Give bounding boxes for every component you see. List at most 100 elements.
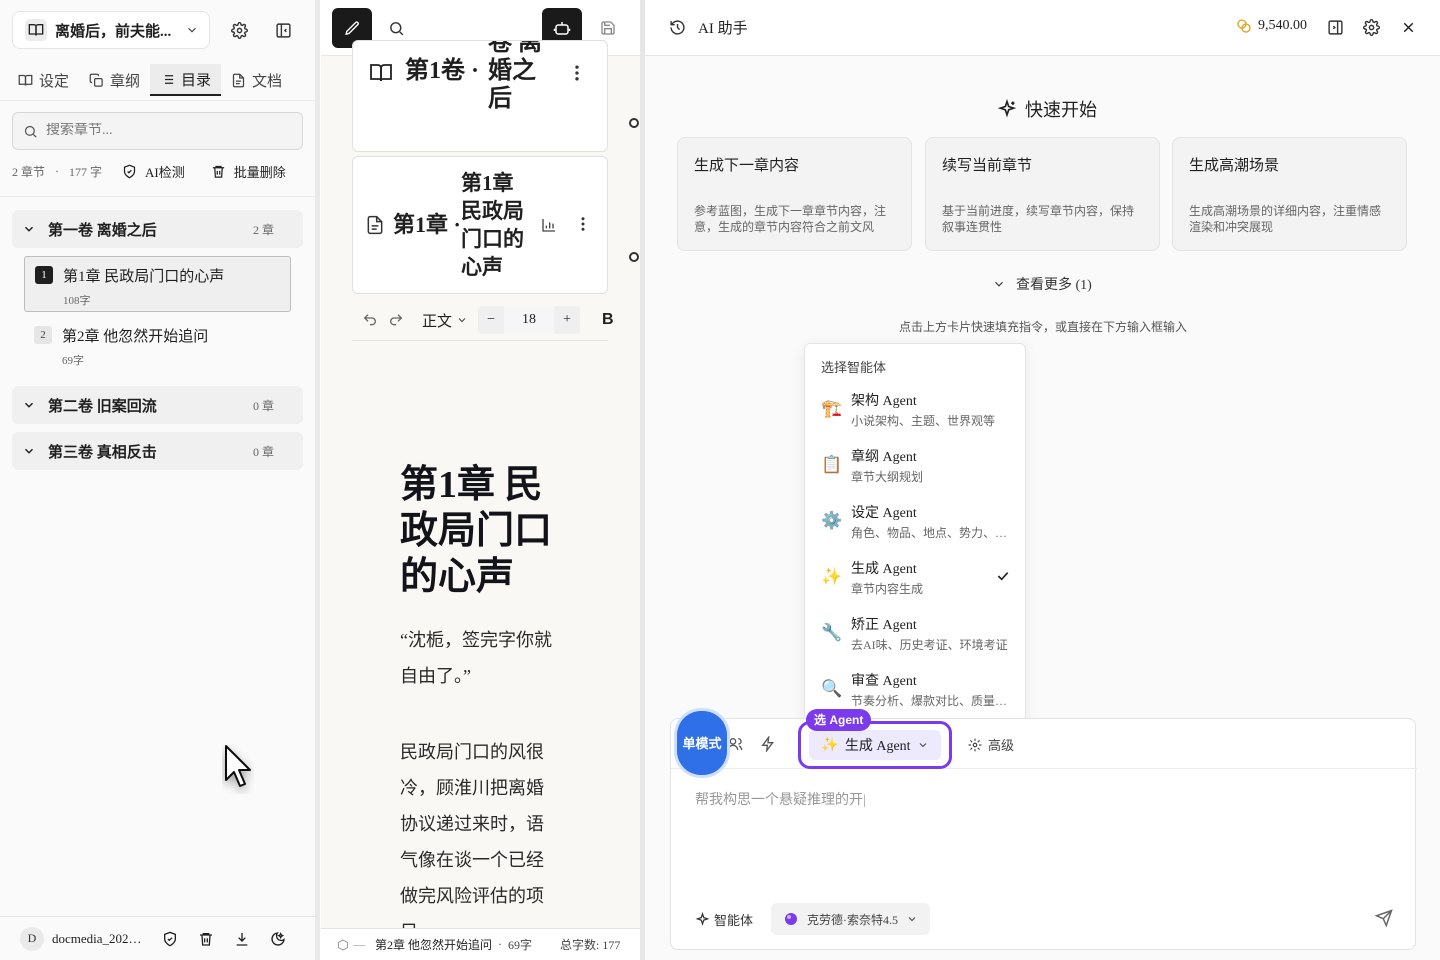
hexagon-icon bbox=[337, 938, 349, 951]
panel-layout-icon[interactable] bbox=[1327, 19, 1344, 36]
paragraph-style-label: 正文 bbox=[422, 313, 453, 330]
model-selector[interactable]: 克劳德·索奈特4.5 bbox=[771, 903, 931, 935]
more-vertical-icon[interactable] bbox=[567, 63, 587, 83]
resize-handle[interactable] bbox=[629, 252, 639, 262]
document-paragraph[interactable]: 民政局门口的风很冷，顾淮川把离婚协议递过来时，语气像在谈一个已经做完风险评估的项… bbox=[400, 734, 560, 950]
divider bbox=[0, 196, 316, 197]
avatar[interactable]: D bbox=[20, 926, 44, 951]
status-total: 总字数: 177 bbox=[560, 938, 621, 952]
chevron-down-icon bbox=[22, 222, 36, 236]
chat-input[interactable]: 帮我构思一个悬疑推理的开| bbox=[695, 789, 866, 809]
agent-option-outline[interactable]: 📋 章纲 Agent 章节大纲规划 bbox=[805, 437, 1025, 493]
users-icon[interactable] bbox=[727, 736, 743, 752]
undo-icon[interactable] bbox=[362, 312, 378, 328]
hint-text: 点击上方卡片快速填充指令，或直接在下方输入框输入 bbox=[899, 320, 1188, 334]
book-selector[interactable]: 离婚后，前夫能... bbox=[12, 11, 210, 49]
agent-name: 矫正 Agent bbox=[851, 617, 917, 633]
decrease-font-button[interactable]: − bbox=[478, 312, 504, 328]
download-icon[interactable] bbox=[234, 931, 250, 947]
ai-assistant-panel: AI 助手 9,540.00 快速开始 生成下一章内容 参考蓝图，生成下一章章节… bbox=[645, 0, 1440, 960]
close-icon[interactable] bbox=[1400, 19, 1417, 36]
chapter-card-prefix: 第1章 · bbox=[393, 212, 461, 237]
chat-input-box: ✨ 生成 Agent 选 Agent 高级 单模式 帮我构思一个悬疑推理的开| … bbox=[670, 709, 1417, 950]
quick-card[interactable]: 生成下一章内容 参考蓝图，生成下一章章节内容，注意，生成的章节内容符合之前文风 bbox=[677, 137, 912, 251]
check-icon bbox=[995, 568, 1011, 584]
search-icon bbox=[388, 20, 405, 37]
quick-card[interactable]: 生成高潮场景 生成高潮场景的详细内容，注重情感渲染和冲突展现 bbox=[1172, 137, 1407, 251]
ai-check-button[interactable]: AI检测 bbox=[122, 162, 185, 181]
tab-label: 目录 bbox=[181, 72, 212, 89]
volume-item[interactable]: 第二卷 旧案回流 0 章 bbox=[12, 386, 303, 424]
document-paragraph[interactable]: “沈栀，签完字你就自由了。” bbox=[400, 622, 560, 694]
collapse-sidebar-button[interactable] bbox=[269, 16, 297, 44]
tab-outline[interactable]: 章纲 bbox=[79, 64, 150, 96]
volume-item[interactable]: 第三卷 真相反击 0 章 bbox=[12, 432, 303, 470]
lightning-icon[interactable] bbox=[760, 736, 776, 752]
gear-icon[interactable] bbox=[1363, 19, 1380, 36]
credits-display[interactable]: 9,540.00 bbox=[1236, 18, 1307, 34]
agent-option-correct[interactable]: 🔧 矫正 Agent 去AI味、历史考证、环境考证 bbox=[805, 605, 1025, 661]
font-size-value[interactable]: 18 bbox=[504, 306, 555, 334]
resize-handle[interactable] bbox=[629, 118, 639, 128]
tab-docs[interactable]: 文档 bbox=[221, 64, 292, 96]
ai-panel-header: AI 助手 9,540.00 bbox=[645, 0, 1440, 56]
book-open-icon bbox=[369, 61, 393, 85]
mouse-cursor-icon bbox=[222, 744, 254, 798]
volume-item[interactable]: 第一卷 离婚之后 2 章 bbox=[12, 210, 303, 248]
batch-delete-button[interactable]: 批量删除 bbox=[211, 162, 286, 181]
agents-label: 智能体 bbox=[714, 912, 754, 928]
font-size-stepper: − 18 + bbox=[478, 306, 581, 334]
bar-chart-icon[interactable] bbox=[541, 217, 557, 233]
tab-toc[interactable]: 目录 bbox=[150, 64, 222, 96]
volume-name: 第三卷 真相反击 bbox=[48, 444, 157, 461]
theme-toggle-icon[interactable] bbox=[270, 931, 286, 947]
wrench-icon: 🔧 bbox=[821, 623, 843, 642]
agents-button[interactable]: 智能体 bbox=[691, 910, 757, 929]
agent-option-generate[interactable]: ✨ 生成 Agent 章节内容生成 bbox=[805, 549, 1025, 605]
agent-option-setting[interactable]: ⚙️ 设定 Agent 角色、物品、地点、势力、事件等 bbox=[805, 493, 1025, 549]
trash-icon[interactable] bbox=[198, 931, 214, 947]
status-sep: · bbox=[498, 937, 503, 951]
stats-row: 2 章节 · 177 字 AI检测 批量删除 bbox=[12, 160, 286, 182]
sidebar-divider[interactable] bbox=[315, 0, 320, 960]
chapter-card[interactable]: 第1章 · 第1章 民政局门口的心声 bbox=[352, 156, 608, 294]
see-more-button[interactable]: 查看更多 (1) bbox=[992, 274, 1092, 294]
volume-name: 第一卷 离婚之后 bbox=[48, 222, 157, 239]
chevron-down-icon bbox=[906, 913, 918, 925]
chapter-item[interactable]: 1 第1章 民政局门口的心声 108字 bbox=[24, 256, 291, 312]
chapter-item[interactable]: 2 第2章 他忽然开始追问 69字 bbox=[24, 317, 291, 373]
advanced-button[interactable]: 高级 bbox=[968, 735, 1014, 754]
agent-desc: 角色、物品、地点、势力、事件等 bbox=[851, 525, 1011, 540]
document-title[interactable]: 第1章 民政局门口的心声 bbox=[400, 462, 570, 600]
chapter-title: 第1章 民政局门口的心声 bbox=[63, 269, 225, 285]
batch-delete-label: 批量删除 bbox=[233, 164, 286, 180]
sparkles-icon: ✨ bbox=[821, 737, 839, 753]
increase-font-button[interactable]: + bbox=[554, 312, 580, 328]
status-chapter: 第2章 他忽然开始追问 bbox=[375, 938, 493, 952]
history-icon[interactable] bbox=[669, 19, 686, 36]
tab-settings[interactable]: 设定 bbox=[8, 64, 79, 96]
mode-badge[interactable]: 单模式 bbox=[677, 711, 727, 775]
chapter-card-title: 第1章 民政局门口的心声 bbox=[461, 171, 524, 279]
divider bbox=[0, 100, 316, 101]
shield-check-icon[interactable] bbox=[162, 931, 178, 947]
bold-button[interactable]: B bbox=[602, 311, 614, 329]
redo-icon[interactable] bbox=[388, 312, 404, 328]
chapter-search[interactable] bbox=[12, 112, 303, 150]
quick-card-title: 续写当前章节 bbox=[942, 158, 1033, 174]
agent-option-architecture[interactable]: 🏗️ 架构 Agent 小说架构、主题、世界观等 bbox=[805, 381, 1025, 437]
agent-name: 章纲 Agent bbox=[851, 449, 917, 465]
settings-button[interactable] bbox=[225, 16, 253, 44]
search-input[interactable] bbox=[46, 123, 286, 139]
send-icon[interactable] bbox=[1375, 909, 1393, 927]
volume-card[interactable]: 第1卷 · 卷 离婚之后 bbox=[352, 40, 608, 152]
paragraph-style-select[interactable]: 正文 bbox=[422, 310, 468, 331]
sparkles-icon bbox=[997, 99, 1017, 119]
more-vertical-icon[interactable] bbox=[574, 215, 592, 233]
gear-icon: ⚙️ bbox=[821, 511, 843, 530]
separator: · bbox=[55, 163, 60, 178]
agent-desc: 章节大纲规划 bbox=[851, 469, 924, 484]
volume-count: 2 章 bbox=[253, 222, 275, 237]
input-toolbar: ✨ 生成 Agent 选 Agent 高级 bbox=[671, 709, 1417, 769]
quick-card[interactable]: 续写当前章节 基于当前进度，续写章节内容，保持叙事连贯性 bbox=[925, 137, 1160, 251]
